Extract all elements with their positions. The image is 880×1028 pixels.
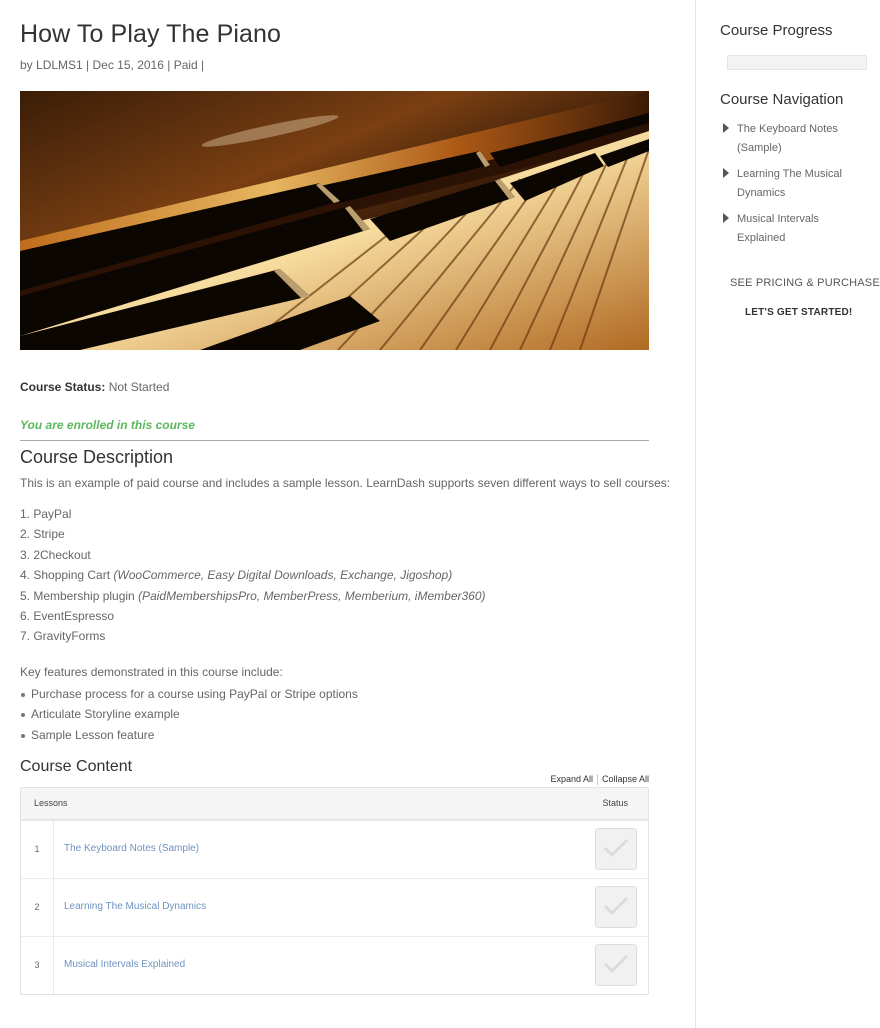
course-status: Course Status: Not Started [20, 380, 169, 394]
list-item-note: (PaidMembershipsPro, MemberPress, Member… [138, 588, 486, 603]
piano-keys-illustration [20, 91, 649, 350]
nav-item-label[interactable]: (Sample) [737, 142, 782, 154]
nav-item-label[interactable]: The Keyboard Notes [737, 123, 838, 135]
link-separator [596, 774, 598, 786]
lesson-status-checkbox [595, 944, 637, 986]
list-item: 2. Stripe [20, 524, 486, 544]
list-item-text: 1. PayPal [20, 507, 72, 521]
list-item-text: 7. GravityForms [20, 629, 106, 644]
course-content-heading: Course Content [20, 758, 133, 775]
meta-by: by [20, 58, 37, 72]
nav-item-label[interactable]: Dynamics [737, 187, 785, 199]
table-row: 3 Musical Intervals Explained [21, 936, 648, 994]
list-item: 3. 2Checkout [20, 545, 486, 565]
list-item-text: 4. Shopping Cart [20, 568, 114, 583]
course-navigation-list: The Keyboard Notes (Sample) Learning The… [720, 120, 870, 255]
list-item-text: 3. 2Checkout [20, 547, 91, 562]
meta-separator: | [197, 58, 205, 72]
expand-all-link[interactable]: Expand All [550, 774, 593, 784]
list-item: Purchase process for a course using PayP… [20, 684, 358, 704]
get-started-link[interactable]: LET'S GET STARTED! [745, 307, 852, 318]
lessons-table-header: Lessons Status [21, 788, 648, 820]
lessons-column-header: Lessons [34, 798, 68, 808]
course-status-value: Not Started [105, 380, 170, 394]
page-title: How To Play The Piano [20, 20, 282, 48]
collapse-all-link[interactable]: Collapse All [602, 774, 649, 784]
course-progress-heading: Course Progress [720, 22, 833, 39]
list-item-note: (WooCommerce, Easy Digital Downloads, Ex… [113, 568, 453, 583]
list-item: 5. Membership plugin (PaidMembershipsPro… [20, 586, 486, 606]
list-item: Articulate Storyline example [20, 704, 358, 724]
list-item: 6. EventEspresso [20, 606, 486, 626]
post-meta: by LDLMS1 | Dec 15, 2016 | Paid | [20, 58, 204, 72]
course-status-label: Course Status: [20, 380, 106, 394]
lesson-link[interactable]: Musical Intervals Explained [64, 959, 185, 970]
post-date: Dec 15, 2016 [92, 58, 164, 72]
meta-separator: | [82, 58, 93, 72]
list-item-text: 6. EventEspresso [20, 608, 115, 623]
lesson-number: 2 [21, 879, 54, 936]
course-hero-image [20, 91, 649, 350]
nav-item-label[interactable]: Learning The Musical [737, 168, 842, 180]
checkmark-icon [603, 896, 629, 916]
nav-item-musical-dynamics[interactable]: Learning The Musical Dynamics [720, 165, 870, 210]
list-item: 1. PayPal [20, 504, 486, 524]
expand-triangle-icon[interactable] [723, 213, 729, 223]
course-navigation-heading: Course Navigation [720, 91, 844, 108]
nav-item-label[interactable]: Explained [737, 232, 785, 244]
nav-item-label[interactable]: Musical Intervals [737, 213, 819, 225]
key-features-list: Purchase process for a course using PayP… [20, 684, 358, 745]
see-pricing-link[interactable]: SEE PRICING & PURCHASE [730, 277, 880, 289]
divider [20, 440, 649, 441]
nav-item-keyboard-notes[interactable]: The Keyboard Notes (Sample) [720, 120, 870, 165]
course-description-heading: Course Description [20, 447, 174, 467]
lesson-status-checkbox [595, 828, 637, 870]
key-features-heading: Key features demonstrated in this course… [20, 665, 283, 679]
list-item: 7. GravityForms [20, 626, 486, 646]
nav-item-musical-intervals[interactable]: Musical Intervals Explained [720, 210, 870, 255]
checkmark-icon [603, 954, 629, 974]
author-link[interactable]: LDLMS1 [36, 58, 83, 72]
list-item: 4. Shopping Cart (WooCommerce, Easy Digi… [20, 565, 486, 585]
lessons-table: Lessons Status 1 The Keyboard Notes (Sam… [20, 787, 649, 995]
list-item: Sample Lesson feature [20, 725, 358, 745]
payment-methods-list: 1. PayPal 2. Stripe 3. 2Checkout 4. Shop… [20, 504, 486, 647]
status-column-header: Status [602, 798, 628, 808]
list-item-text: 5. Membership plugin [20, 588, 139, 603]
lesson-number: 1 [21, 821, 54, 878]
meta-separator: | [163, 58, 174, 72]
lesson-number: 3 [21, 937, 54, 994]
expand-triangle-icon[interactable] [723, 168, 729, 178]
lesson-link[interactable]: Learning The Musical Dynamics [64, 901, 206, 912]
lesson-link[interactable]: The Keyboard Notes (Sample) [64, 843, 199, 854]
table-row: 1 The Keyboard Notes (Sample) [21, 820, 648, 878]
category-link[interactable]: Paid [174, 58, 198, 72]
course-progress-bar [727, 55, 867, 70]
list-item-text: 2. Stripe [20, 527, 65, 542]
expand-triangle-icon[interactable] [723, 123, 729, 133]
description-intro: This is an example of paid course and in… [20, 476, 671, 490]
checkmark-icon [603, 838, 629, 858]
sidebar-divider [695, 0, 696, 1028]
table-row: 2 Learning The Musical Dynamics [21, 878, 648, 936]
lesson-status-checkbox [595, 886, 637, 928]
expand-collapse-links: Expand All Collapse All [550, 774, 649, 786]
enrolled-notice: You are enrolled in this course [20, 418, 195, 432]
